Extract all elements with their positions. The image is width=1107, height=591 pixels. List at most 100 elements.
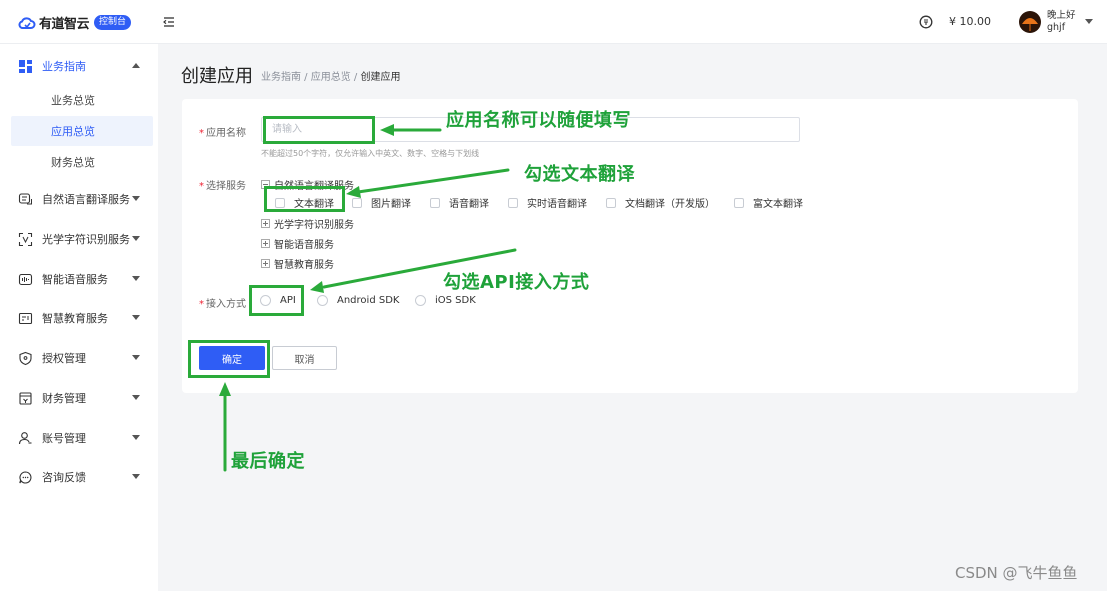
radio-button[interactable] [317,295,328,306]
sidebar-subitem-label: 财务总览 [51,156,95,169]
checkbox-text-translation[interactable]: 文本翻译 [275,195,334,210]
logo-text: 有道智云 [39,17,90,32]
checkbox-image-translation[interactable]: 图片翻译 [352,195,411,210]
radio-label: API [280,295,296,306]
sidebar-item-feedback[interactable]: 咨询反馈 [0,464,158,490]
confirm-button[interactable]: 确定 [199,346,265,370]
checkbox[interactable] [430,197,440,208]
sidebar-subitem-label: 应用总览 [51,125,95,138]
voice-wave-icon [18,273,33,285]
service-group-ocr[interactable]: 光学字符识别服务 [261,216,354,231]
menu-collapse-icon[interactable] [162,15,176,29]
service-group-education[interactable]: 智慧教育服务 [261,256,334,271]
annotation-confirm-text: 最后确定 [231,451,305,472]
username: ghjf [1047,22,1066,33]
sidebar-item-nlp-translation[interactable]: 自然语言翻译服务 [0,186,158,212]
cancel-button[interactable]: 取消 [272,346,337,370]
app-name-input[interactable] [261,117,800,142]
breadcrumb: 业务指南 / 应用总览 / 创建应用 [261,68,400,83]
radio-label: iOS SDK [435,295,476,306]
sidebar-subitem-app-overview[interactable]: 应用总览 [11,116,153,146]
breadcrumb-links[interactable]: 业务指南 / 应用总览 / [261,72,360,83]
wallet-icon[interactable] [919,15,933,29]
radio-ios-sdk[interactable]: iOS SDK [415,295,476,306]
radio-button[interactable] [415,295,426,306]
chevron-down-icon [132,435,140,440]
logo[interactable]: 有道智云 控制台 [18,13,132,32]
sidebar-item-account[interactable]: 账号管理 [0,425,158,451]
chevron-down-icon [132,276,140,281]
chevron-down-icon [132,236,140,241]
checkbox[interactable] [352,197,362,208]
required-mark: * [199,299,204,310]
avatar[interactable] [1019,11,1041,33]
service-group-voice[interactable]: 智能语音服务 [261,236,334,251]
access-label: * 接入方式 [199,295,246,310]
service-group-label: 自然语言翻译服务 [274,181,354,192]
sidebar-subitem-business-overview[interactable]: 业务总览 [11,85,153,115]
chevron-down-icon[interactable] [1085,19,1093,25]
top-bar: 有道智云 控制台 ¥ 10.00 晚上好 ghjf [0,0,1107,44]
sidebar-item-label: 智能语音服务 [42,273,108,286]
sidebar-item-label: 账号管理 [42,432,86,445]
service-group-label: 智能语音服务 [274,240,334,251]
user-greeting[interactable]: 晚上好 ghjf [1047,10,1076,34]
sidebar-item-education[interactable]: 智慧教育服务 [0,305,158,331]
education-board-icon [18,312,33,324]
avatar-image-icon [1022,18,1038,31]
collapse-minus-icon[interactable] [261,180,270,189]
checkbox-label: 文档翻译（开发版） [625,199,715,210]
radio-button[interactable] [260,295,271,306]
chevron-down-icon [132,315,140,320]
user-icon [18,431,32,444]
chevron-down-icon [132,196,140,201]
checkbox[interactable] [275,197,285,208]
service-group-label: 光学字符识别服务 [274,220,354,231]
required-mark: * [199,128,204,139]
checkbox-speech-translation[interactable]: 语音翻译 [430,195,489,210]
checkbox-realtime-speech-translation[interactable]: 实时语音翻译 [508,195,587,210]
sidebar-item-voice[interactable]: 智能语音服务 [0,266,158,292]
watermark: CSDN @飞牛鱼鱼 [955,564,1078,582]
greeting-text: 晚上好 [1047,10,1076,21]
finance-icon [19,391,32,405]
account-balance: ¥ 10.00 [949,15,991,28]
breadcrumb-current: 创建应用 [360,72,401,83]
shield-icon [19,351,32,365]
sidebar-item-label: 财务管理 [42,392,86,405]
console-badge: 控制台 [94,15,132,30]
checkbox[interactable] [734,197,744,208]
sidebar-subitem-finance-overview[interactable]: 财务总览 [11,147,153,177]
expand-plus-icon[interactable] [261,239,270,248]
chat-bubble-icon [19,470,32,484]
checkbox-label: 实时语音翻译 [527,199,587,210]
service-label: * 选择服务 [199,177,246,192]
checkbox-document-translation[interactable]: 文档翻译（开发版） [606,195,715,210]
checkbox-rich-text-translation[interactable]: 富文本翻译 [734,195,803,210]
sidebar-item-label: 自然语言翻译服务 [42,193,130,206]
translate-icon [18,192,32,204]
sidebar-item-label: 业务指南 [42,60,86,73]
sidebar-item-business-guide[interactable]: 业务指南 [0,53,158,79]
expand-plus-icon[interactable] [261,259,270,268]
checkbox[interactable] [606,197,616,208]
sidebar-item-label: 光学字符识别服务 [42,233,130,246]
dashboard-grid-icon [19,59,32,73]
sidebar-item-ocr[interactable]: 光学字符识别服务 [0,226,158,252]
cloud-logo-icon [18,16,36,29]
sidebar-item-label: 授权管理 [42,352,86,365]
radio-android-sdk[interactable]: Android SDK [317,295,399,306]
sidebar-subitem-label: 业务总览 [51,94,95,107]
sidebar-item-authorization[interactable]: 授权管理 [0,345,158,371]
expand-plus-icon[interactable] [261,219,270,228]
scan-icon [18,232,33,246]
sidebar-item-finance[interactable]: 财务管理 [0,385,158,411]
service-group-nlp[interactable]: 自然语言翻译服务 [261,177,354,192]
chevron-up-icon [132,63,140,68]
checkbox[interactable] [508,197,518,208]
sidebar-item-label: 咨询反馈 [42,471,86,484]
checkbox-label: 文本翻译 [294,199,334,210]
required-mark: * [199,181,204,192]
radio-api[interactable]: API [260,295,296,306]
checkbox-label: 图片翻译 [371,199,411,210]
